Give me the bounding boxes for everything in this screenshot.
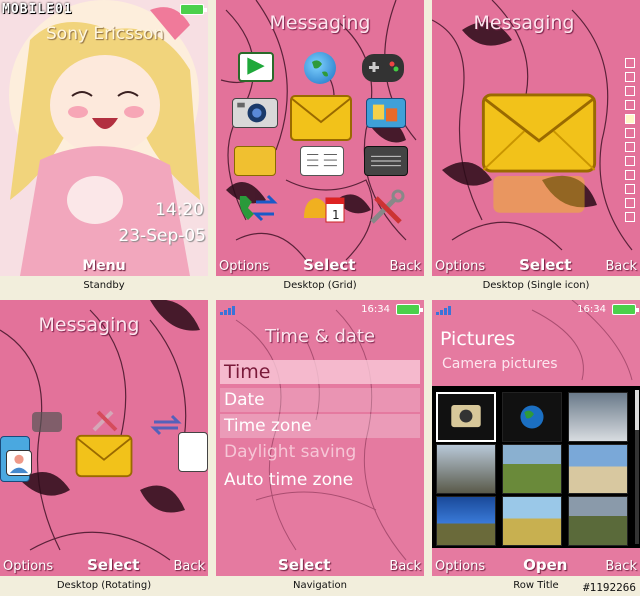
thumbnail-photo-lights[interactable] <box>568 392 628 442</box>
menu-item-daylight-saving[interactable]: Daylight saving <box>220 440 420 464</box>
operator-name: Sony Ericsson <box>46 24 165 44</box>
thumbnail-grid <box>432 386 640 548</box>
select-softkey[interactable]: Select <box>87 556 139 574</box>
back-softkey[interactable]: Back <box>173 559 205 574</box>
envelope-reflection <box>493 176 585 213</box>
media-player-icon[interactable] <box>238 52 274 82</box>
messaging-envelope-icon[interactable] <box>288 94 354 142</box>
mobile01-logo: MOBILE01 <box>2 2 73 17</box>
thumbnail-photo-tree[interactable] <box>502 444 562 494</box>
date: 23-Sep-05 <box>118 226 206 246</box>
organizer-book-icon[interactable] <box>300 146 344 176</box>
back-softkey[interactable]: Back <box>389 559 421 574</box>
screen-title: Pictures <box>440 328 516 350</box>
scrollbar[interactable] <box>635 390 639 544</box>
caption-navigation: Navigation <box>293 580 347 591</box>
signal-strength-icon <box>436 306 454 315</box>
thumbnail-photo-jeep[interactable] <box>568 496 628 546</box>
clock: 14:20 <box>155 200 204 220</box>
standby-screen: MOBILE01 Sony Ericsson 14:20 23-Sep-05 M… <box>0 0 208 276</box>
open-softkey[interactable]: Open <box>523 556 567 574</box>
settings-tools-icon-small[interactable] <box>90 404 120 434</box>
desktop-rotating-screen: Messaging Options Select Back <box>0 300 208 576</box>
select-softkey[interactable]: Select <box>278 556 330 574</box>
thumbnail-camera[interactable] <box>436 392 496 442</box>
calls-phone-icon[interactable] <box>234 190 278 228</box>
row-title-screen: 16:34 Pictures Camera pictures Options O… <box>432 300 640 576</box>
navigation-screen: 16:34 Time & date Time Date Time zone Da… <box>216 300 424 576</box>
games-controller-icon[interactable] <box>362 54 404 82</box>
caption-standby: Standby <box>83 280 125 291</box>
back-softkey[interactable]: Back <box>389 259 421 274</box>
options-softkey[interactable]: Options <box>3 559 53 574</box>
svg-text:1: 1 <box>332 208 340 222</box>
screen-title: Messaging <box>269 12 371 34</box>
alarm-calendar-icon[interactable]: 1 <box>298 190 348 228</box>
back-softkey[interactable]: Back <box>605 259 637 274</box>
thumbnail-photo-field[interactable] <box>502 496 562 546</box>
select-softkey[interactable]: Select <box>303 256 355 274</box>
messaging-envelope-icon[interactable] <box>480 92 598 174</box>
desktop-single-screen: Messaging Options Select Back <box>432 0 640 276</box>
desktop-page-indicator <box>625 58 636 222</box>
file-manager-icon[interactable] <box>366 98 406 128</box>
options-softkey[interactable]: Options <box>435 259 485 274</box>
calls-phone-icon-small[interactable] <box>150 410 182 436</box>
organizer-book-icon[interactable] <box>178 432 208 472</box>
screenshot-sheet: MOBILE01 Sony Ericsson 14:20 23-Sep-05 M… <box>0 0 640 596</box>
menu-item-time-zone[interactable]: Time zone <box>220 414 420 438</box>
options-softkey[interactable]: Options <box>435 559 485 574</box>
status-clock: 16:34 <box>361 304 390 315</box>
select-softkey[interactable]: Select <box>519 256 571 274</box>
options-softkey[interactable]: Options <box>219 259 269 274</box>
watermark-id: #1192266 <box>583 581 636 594</box>
battery-icon <box>180 4 207 15</box>
back-softkey[interactable]: Back <box>605 559 637 574</box>
screen-subtitle: Camera pictures <box>442 356 558 372</box>
contacts-icon[interactable] <box>6 450 32 476</box>
desktop-grid-screen: Messaging 1 Options Select Back <box>216 0 424 276</box>
settings-tools-icon[interactable] <box>366 188 408 228</box>
screen-title: Messaging <box>38 314 140 336</box>
menu-softkey[interactable]: Menu <box>82 258 125 274</box>
screen-title: Time & date <box>264 326 376 347</box>
status-clock: 16:34 <box>577 304 606 315</box>
thumbnail-photo-beach[interactable] <box>568 444 628 494</box>
radio-icon[interactable] <box>364 146 408 176</box>
camera-icon-small[interactable] <box>32 412 62 432</box>
screen-title: Messaging <box>473 12 575 34</box>
thumbnail-globe[interactable] <box>502 392 562 442</box>
camera-icon[interactable] <box>232 98 278 128</box>
thumbnail-photo-lake[interactable] <box>436 496 496 546</box>
messaging-envelope-icon[interactable] <box>72 434 136 478</box>
internet-globe-icon[interactable] <box>304 52 336 84</box>
battery-icon <box>612 304 639 315</box>
caption-desktop-grid: Desktop (Grid) <box>283 280 357 291</box>
menu-item-date[interactable]: Date <box>220 388 420 412</box>
thumbnail-photo-station[interactable] <box>436 444 496 494</box>
caption-desktop-rotating: Desktop (Rotating) <box>56 580 152 591</box>
caption-desktop-single: Desktop (Single icon) <box>482 280 590 291</box>
signal-strength-icon <box>220 306 238 315</box>
battery-icon <box>396 304 423 315</box>
menu-item-auto-time-zone[interactable]: Auto time zone <box>220 468 420 492</box>
menu-item-time[interactable]: Time <box>220 360 420 384</box>
folder-icon[interactable] <box>234 146 276 176</box>
